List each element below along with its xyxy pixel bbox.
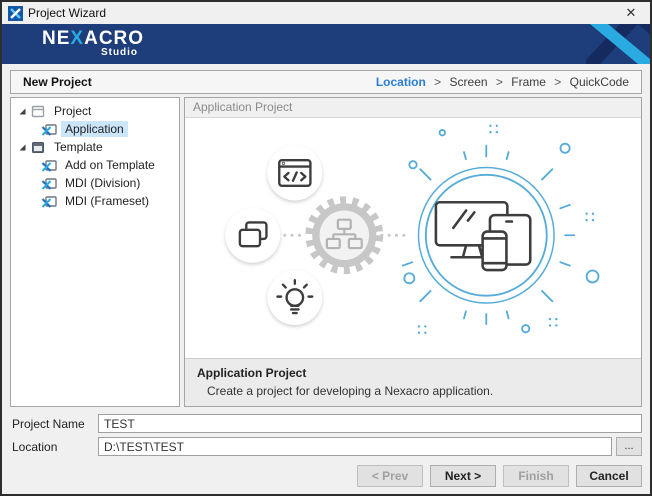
nexacro-app-icon (8, 6, 23, 21)
close-icon[interactable]: ✕ (620, 3, 642, 23)
brand-post: ACRO (84, 28, 144, 49)
preview-panel: Application Project (184, 97, 642, 407)
gear-hierarchy-icon (309, 200, 379, 270)
brand-banner: NEXACRO Studio (2, 24, 650, 64)
footer-buttons: < Prev Next > Finish Cancel (10, 465, 642, 487)
page-title: New Project (23, 75, 92, 89)
devices-circle-icon (418, 167, 554, 303)
finish-button[interactable]: Finish (503, 465, 569, 487)
tree-item-label: Application (61, 121, 128, 137)
location-label: Location (10, 440, 98, 454)
selection-info-title: Application Project (197, 366, 629, 380)
breadcrumb-step-frame[interactable]: Frame (511, 75, 546, 89)
breadcrumb-separator: > (434, 75, 441, 89)
tree-item-application[interactable]: Application (11, 120, 179, 138)
nexacro-x-logo-icon (586, 24, 650, 64)
project-group-icon (30, 105, 46, 118)
project-name-row: Project Name (10, 414, 642, 433)
tree-item-mdi-division[interactable]: MDI (Division) (11, 174, 179, 192)
selection-info-box: Application Project Create a project for… (185, 358, 641, 406)
tree-item-template[interactable]: Template (11, 138, 179, 156)
tree-item-label: Template (50, 139, 107, 155)
tree-item-label: Project (50, 103, 95, 119)
tree-item-label: MDI (Division) (61, 175, 144, 191)
location-row: Location ... (10, 437, 642, 456)
breadcrumb-separator: > (496, 75, 503, 89)
browse-button[interactable]: ... (616, 437, 642, 456)
nexacro-app-icon (41, 195, 57, 208)
tree-item-label: MDI (Frameset) (61, 193, 153, 209)
selection-info-description: Create a project for developing a Nexacr… (207, 384, 629, 398)
expand-triangle-icon[interactable] (17, 142, 28, 153)
tree-item-add-on-template[interactable]: Add on Template (11, 156, 179, 174)
template-group-icon (30, 141, 46, 154)
expand-triangle-icon[interactable] (17, 106, 28, 117)
tree-item-mdi-frameset[interactable]: MDI (Frameset) (11, 192, 179, 210)
breadcrumb-step-screen[interactable]: Screen (450, 75, 488, 89)
breadcrumb-step-quickcode[interactable]: QuickCode (570, 75, 629, 89)
project-form: Project Name Location ... (10, 414, 642, 460)
breadcrumb-separator: > (554, 75, 561, 89)
next-button[interactable]: Next > (430, 465, 496, 487)
code-window-icon (267, 145, 322, 200)
cancel-button[interactable]: Cancel (576, 465, 642, 487)
project-name-input[interactable] (98, 414, 642, 433)
nexacro-app-icon (41, 123, 57, 136)
nexacro-app-icon (41, 159, 57, 172)
preview-header: Application Project (185, 98, 641, 118)
project-wizard-dialog: Project Wizard ✕ NEXACRO Studio New Proj… (0, 0, 652, 496)
brand-x: X (70, 28, 84, 49)
project-name-label: Project Name (10, 417, 98, 431)
wizard-step-header: New Project Location > Screen > Frame > … (10, 70, 642, 94)
copy-windows-icon (225, 208, 280, 263)
dialog-content: New Project Location > Screen > Frame > … (2, 64, 650, 494)
tree-item-label: Add on Template (61, 157, 159, 173)
illustration-graphic (185, 118, 641, 358)
application-project-illustration (185, 118, 641, 358)
breadcrumb: Location > Screen > Frame > QuickCode (376, 75, 629, 89)
brand-pre: NE (42, 28, 70, 49)
breadcrumb-step-location[interactable]: Location (376, 75, 426, 89)
project-type-tree: Project Application Te (10, 97, 180, 407)
nexacro-app-icon (41, 177, 57, 190)
prev-button[interactable]: < Prev (357, 465, 423, 487)
nexacro-logo: NEXACRO Studio (42, 30, 144, 58)
location-input[interactable] (98, 437, 612, 456)
panels: Project Application Te (10, 97, 642, 407)
titlebar: Project Wizard ✕ (2, 2, 650, 24)
tree-item-project[interactable]: Project (11, 102, 179, 120)
lightbulb-icon (267, 270, 322, 325)
window-title: Project Wizard (28, 6, 620, 20)
